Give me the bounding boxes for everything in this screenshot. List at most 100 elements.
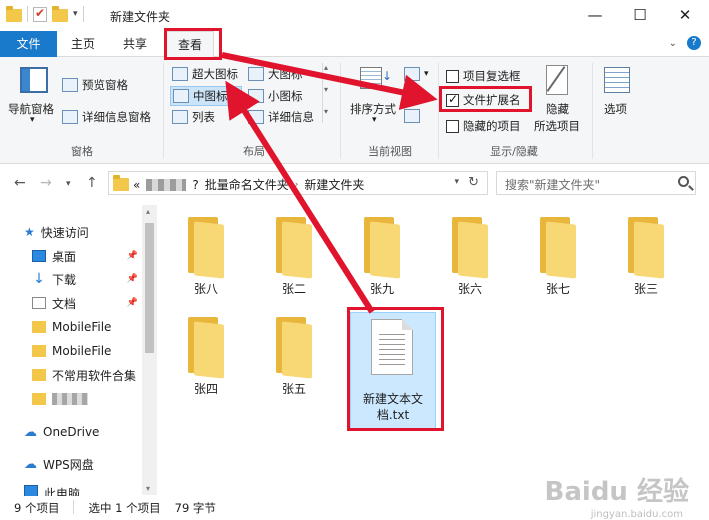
nav-item-label: MobileFile <box>52 320 112 334</box>
details-pane-button[interactable]: 详细信息窗格 <box>62 109 151 125</box>
folder-item-zhang-qi[interactable]: 张七 <box>520 217 596 297</box>
layout-large-icons-label: 大图标 <box>268 67 303 81</box>
new-folder-icon[interactable] <box>52 5 68 22</box>
nav-item-label: 下载 <box>52 272 77 287</box>
options-button[interactable]: 选项 <box>604 101 627 117</box>
folder-icon <box>360 217 404 279</box>
preview-pane-icon <box>62 78 78 92</box>
nav-wps-label: WPS网盘 <box>43 457 94 472</box>
hide-selected-label-1[interactable]: 隐藏 <box>546 101 569 117</box>
recent-locations-chevron-icon[interactable]: ▾ <box>66 179 71 189</box>
search-icon[interactable] <box>678 176 689 187</box>
layout-small-icons-label: 小图标 <box>268 89 303 103</box>
sort-by-icon[interactable]: ↓ <box>360 65 392 93</box>
layout-small-icons[interactable]: 小图标 <box>248 88 303 104</box>
tab-share[interactable]: 共享 <box>112 31 158 57</box>
folder-item-label: 张二 <box>281 282 306 296</box>
breadcrumb-item-3[interactable]: 新建文件夹 <box>304 176 364 193</box>
chevron-down-icon[interactable]: ▾ <box>146 484 150 493</box>
folder-icon <box>32 321 46 333</box>
folder-item-label: 张四 <box>193 382 218 396</box>
chevron-down-icon[interactable]: ▾ <box>372 115 377 125</box>
breadcrumb-overflow[interactable]: « <box>133 178 140 192</box>
hide-selected-label-2[interactable]: 所选项目 <box>534 118 580 134</box>
nav-item-desktop[interactable]: 桌面 📌 <box>32 245 140 267</box>
hidden-items-toggle[interactable]: 隐藏的项目 <box>446 118 521 134</box>
folder-icon <box>184 317 228 379</box>
layout-medium-icons[interactable]: 中图标 <box>170 86 242 106</box>
chevron-right-icon[interactable]: › <box>295 180 299 190</box>
layout-large-icons[interactable]: 大图标 <box>248 66 303 82</box>
chevron-up-icon[interactable]: ▴ <box>146 207 150 216</box>
ribbon-tabs: 文件 主页 共享 查看 ⌄ ? <box>0 31 709 58</box>
hide-selected-icon[interactable] <box>546 65 568 95</box>
annotation-box-view-tab <box>164 28 222 60</box>
search-box[interactable]: 搜索"新建文件夹" <box>496 171 696 195</box>
chevron-down-icon[interactable]: ▾ <box>454 177 459 187</box>
scrollbar-thumb[interactable] <box>145 223 154 353</box>
chevron-down-icon[interactable]: ▾ <box>324 85 328 94</box>
add-columns-button[interactable] <box>404 89 420 103</box>
group-label-layout: 布局 <box>243 145 265 158</box>
tab-home[interactable]: 主页 <box>60 31 106 57</box>
pin-icon[interactable]: 📌 <box>127 251 138 261</box>
search-input[interactable]: 搜索"新建文件夹" <box>505 176 600 193</box>
up-arrow-icon[interactable]: ↑ <box>86 175 98 191</box>
refresh-icon[interactable]: ↻ <box>468 175 479 190</box>
folder-item-zhang-si[interactable]: 张四 <box>168 317 244 397</box>
group-by-button[interactable]: ▾ <box>404 67 429 81</box>
folder-item-label: 张七 <box>545 282 570 296</box>
size-columns-icon <box>404 109 420 123</box>
expand-gallery-icon[interactable]: ▾ <box>324 107 328 116</box>
help-icon[interactable]: ? <box>687 36 701 50</box>
redacted-path <box>146 178 187 191</box>
layout-details[interactable]: 详细信息 <box>248 109 314 125</box>
tab-file[interactable]: 文件 <box>0 31 57 57</box>
breadcrumb-item-1[interactable]: ? <box>192 178 198 192</box>
layout-gallery-scroll[interactable]: ▴ ▾ ▾ <box>322 63 333 123</box>
status-item-count: 9 个项目 <box>14 501 60 515</box>
folder-item-label: 张八 <box>193 282 218 296</box>
folder-item-zhang-wu[interactable]: 张五 <box>256 317 332 397</box>
pin-icon[interactable]: 📌 <box>127 298 138 308</box>
chevron-down-icon[interactable]: ▾ <box>30 115 35 125</box>
back-arrow-icon[interactable]: ← <box>14 175 26 191</box>
folder-item-zhang-jiu[interactable]: 张九 <box>344 217 420 297</box>
folder-item-zhang-er[interactable]: 张二 <box>256 217 332 297</box>
close-button[interactable]: ✕ <box>662 0 708 30</box>
customize-qat-chevron-icon[interactable]: ▾ <box>73 9 78 19</box>
folder-item-zhang-ba[interactable]: 张八 <box>168 217 244 297</box>
nav-scrollbar[interactable]: ▴ ▾ <box>142 205 157 495</box>
layout-xl-icons[interactable]: 超大图标 <box>172 66 238 82</box>
size-columns-button[interactable] <box>404 109 420 123</box>
folder-item-zhang-liu[interactable]: 张六 <box>432 217 508 297</box>
redacted-label <box>52 393 88 405</box>
address-bar[interactable]: « ? 批量命名文件夹 › 新建文件夹 ▾ ↻ <box>108 171 488 195</box>
folder-icon <box>113 175 129 191</box>
nav-item-downloads[interactable]: ↓ 下载 📌 <box>32 268 140 290</box>
breadcrumb-item-2[interactable]: 批量命名文件夹 <box>205 176 289 193</box>
properties-icon[interactable] <box>33 6 47 22</box>
title-bar: ▾ 新建文件夹 — ☐ ✕ <box>0 0 709 31</box>
folder-icon <box>272 217 316 279</box>
chevron-up-icon[interactable]: ▴ <box>324 63 328 72</box>
item-checkboxes-checkbox[interactable] <box>446 69 459 83</box>
status-size: 79 字节 <box>174 501 216 515</box>
folder-icon <box>32 345 46 357</box>
navigation-pane-icon[interactable] <box>20 67 48 93</box>
hidden-items-checkbox[interactable] <box>446 119 459 133</box>
layout-list[interactable]: 列表 <box>172 109 215 125</box>
options-icon[interactable] <box>604 67 630 93</box>
pin-icon[interactable]: 📌 <box>127 274 138 284</box>
minimize-button[interactable]: — <box>572 0 618 30</box>
folder-icon <box>32 393 46 405</box>
folder-icon <box>624 217 668 279</box>
folder-item-zhang-san[interactable]: 张三 <box>608 217 684 297</box>
preview-pane-button[interactable]: 预览窗格 <box>62 77 128 93</box>
breadcrumb: « ? 批量命名文件夹 › 新建文件夹 <box>133 176 364 193</box>
forward-arrow-icon[interactable]: → <box>40 175 52 191</box>
nav-item-documents[interactable]: 文档 📌 <box>32 292 140 314</box>
item-checkboxes-toggle[interactable]: 项目复选框 <box>446 68 521 84</box>
chevron-down-icon[interactable]: ⌄ <box>669 38 677 49</box>
maximize-button[interactable]: ☐ <box>617 0 663 30</box>
